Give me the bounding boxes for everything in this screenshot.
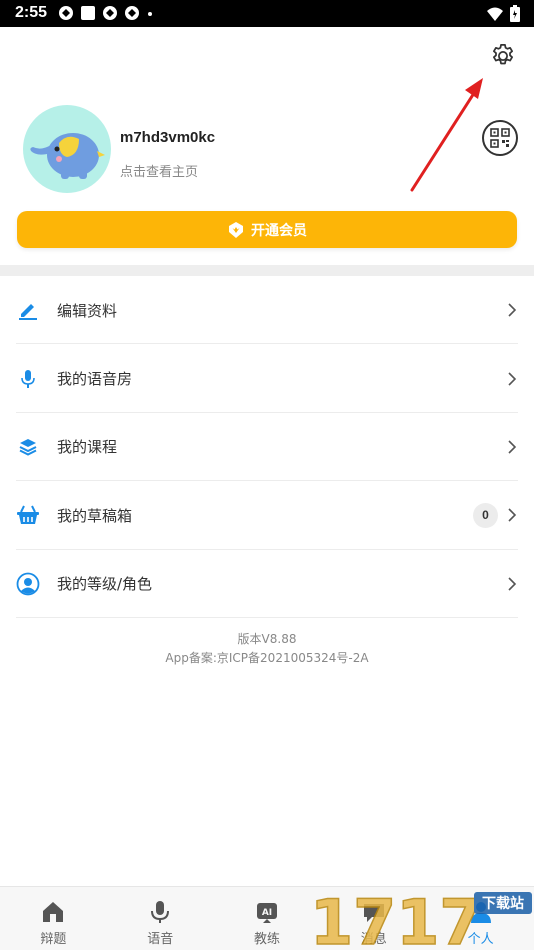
section-divider: [0, 265, 534, 276]
qr-code-button[interactable]: [482, 120, 518, 156]
chevron-right-icon: [508, 508, 517, 522]
battery-icon: [510, 5, 520, 22]
status-time: 2:55: [15, 4, 48, 21]
system-icons: [486, 5, 520, 22]
vip-button-label: 开通会员: [251, 222, 307, 239]
icp-record-text: App备案:京ICP备2021005324号-2A: [165, 651, 369, 665]
person-icon: [470, 902, 491, 923]
bottom-tab-bar: 辩题 语音 AI 教练 消息 个人: [0, 886, 534, 950]
tab-voice[interactable]: 语音: [107, 887, 214, 950]
tab-label: 教练: [253, 932, 280, 947]
dot-icon: [148, 12, 152, 16]
basket-icon: [16, 503, 40, 527]
svg-text:AI: AI: [262, 908, 272, 918]
tab-label: 消息: [360, 932, 387, 947]
tab-debate-topics[interactable]: 辩题: [0, 887, 107, 950]
wifi-icon: [487, 7, 503, 21]
status-bar: 2:55: [0, 0, 534, 27]
message-icon: [363, 904, 384, 922]
vip-badge-icon: [229, 221, 243, 238]
menu-item-edit-profile[interactable]: 编辑资料: [0, 276, 534, 345]
avatar[interactable]: [23, 105, 111, 193]
settings-button[interactable]: [489, 42, 517, 70]
qr-code-icon: [490, 128, 510, 148]
notification-icons: [58, 5, 154, 21]
tab-coach[interactable]: AI 教练: [214, 887, 321, 950]
menu-item-label: 我的课程: [57, 438, 118, 457]
home-icon: [43, 902, 64, 922]
chevron-right-icon: [508, 372, 517, 386]
menu-item-label: 我的语音房: [57, 370, 133, 389]
menu-item-drafts[interactable]: 我的草稿箱 0: [0, 481, 534, 550]
tab-label: 个人: [467, 932, 494, 947]
tab-messages[interactable]: 消息: [320, 887, 427, 950]
microphone-icon: [151, 901, 170, 923]
menu-item-level-role[interactable]: 我的等级/角色: [0, 550, 534, 619]
settings-menu: 编辑资料 我的语音房 我的课程 我的草稿箱 0 我的等级/角色: [0, 276, 534, 619]
app-notification-icon: [125, 6, 139, 20]
user-circle-icon: [16, 572, 40, 596]
username[interactable]: m7hd3vm0kc: [120, 129, 215, 146]
version-info: 版本V8.88 App备案:京ICP备2021005324号-2A: [0, 630, 534, 668]
microphone-icon: [16, 367, 40, 391]
menu-item-label: 我的草稿箱: [57, 506, 133, 525]
tab-label: 语音: [147, 932, 174, 947]
view-homepage-link[interactable]: 点击查看主页: [120, 161, 198, 180]
app-notification-icon: [103, 6, 117, 20]
ai-coach-icon: AI: [256, 903, 277, 923]
menu-item-label: 编辑资料: [57, 301, 118, 320]
gear-icon: [493, 44, 513, 65]
vip-membership-button[interactable]: 开通会员: [17, 211, 517, 248]
menu-item-voice-room[interactable]: 我的语音房: [0, 344, 534, 414]
pencil-icon: [16, 298, 40, 322]
layers-icon: [16, 435, 40, 459]
chevron-right-icon: [508, 440, 517, 454]
square-notification-icon: [81, 6, 95, 20]
tab-profile[interactable]: 个人: [427, 887, 534, 950]
app-notification-icon: [59, 6, 73, 20]
chevron-right-icon: [508, 303, 517, 317]
menu-item-courses[interactable]: 我的课程: [0, 413, 534, 482]
elephant-avatar-icon: [30, 133, 105, 179]
chevron-right-icon: [508, 577, 517, 591]
tab-label: 辩题: [40, 932, 67, 947]
menu-item-label: 我的等级/角色: [57, 575, 153, 594]
drafts-count-badge: 0: [473, 502, 498, 528]
version-text: 版本V8.88: [237, 632, 297, 646]
